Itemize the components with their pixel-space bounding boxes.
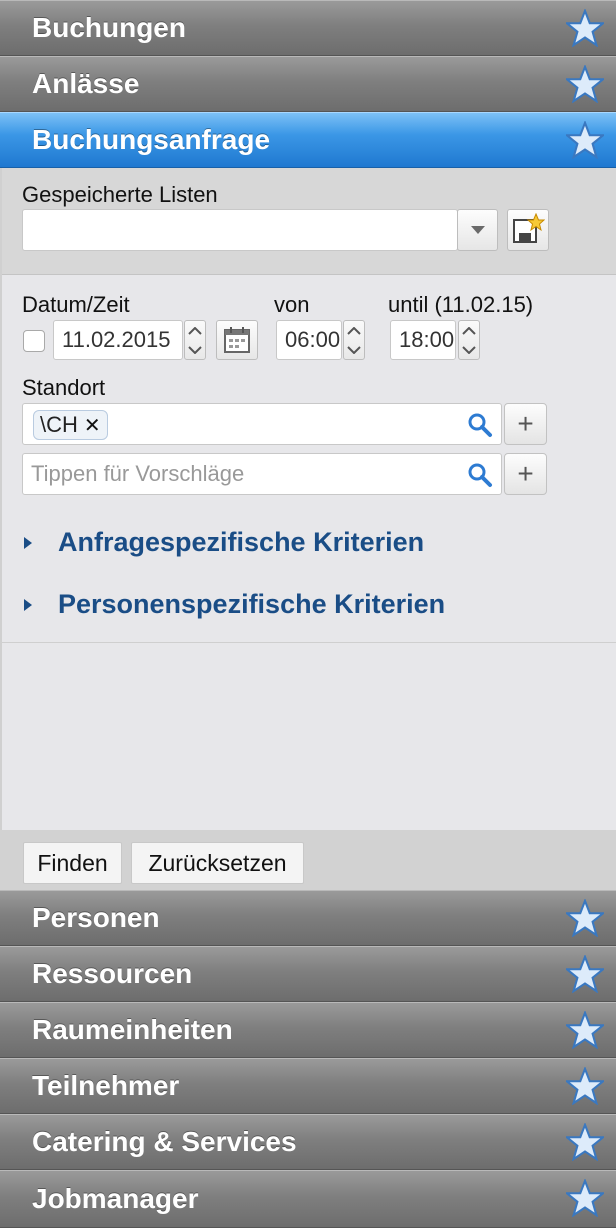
find-button[interactable]: Finden: [23, 842, 122, 884]
accordion-header-anlaesse[interactable]: Anlässe: [0, 56, 616, 112]
from-time-spinner[interactable]: [343, 320, 365, 360]
accordion-header-catering[interactable]: Catering & Services: [0, 1114, 616, 1170]
star-icon[interactable]: [566, 1179, 604, 1217]
saved-lists-label: Gespeicherte Listen: [22, 182, 218, 207]
accordion-header-jobmanager[interactable]: Jobmanager: [0, 1170, 616, 1228]
accordion-header-label: Ressourcen: [32, 958, 193, 989]
booking-request-panel: Gespeicherte Listen Datum/Zeit von until…: [0, 168, 616, 890]
location-token: \CH ✕: [33, 410, 108, 440]
accordion-header-buchungsanfrage[interactable]: Buchungsanfrage: [0, 112, 616, 168]
expand-arrow-icon: [24, 598, 32, 611]
chevron-down-icon[interactable]: [188, 345, 202, 354]
saved-lists-section: Gespeicherte Listen: [2, 168, 616, 275]
from-time-field[interactable]: 06:00: [276, 320, 342, 360]
reset-button[interactable]: Zurücksetzen: [131, 842, 304, 884]
accordion-header-label: Jobmanager: [32, 1183, 199, 1214]
accordion-header-label: Catering & Services: [32, 1126, 297, 1157]
location-token-label: \CH: [40, 412, 78, 437]
accordion-header-label: Anlässe: [32, 68, 140, 99]
add-location-button[interactable]: +: [504, 403, 547, 445]
star-icon[interactable]: [566, 65, 604, 103]
star-icon[interactable]: [566, 1011, 604, 1049]
expand-arrow-icon: [24, 536, 32, 549]
date-spinner[interactable]: [184, 320, 206, 360]
accordion-header-raumeinheiten[interactable]: Raumeinheiten: [0, 1002, 616, 1058]
location-token-field[interactable]: \CH ✕: [22, 403, 502, 445]
star-icon[interactable]: [566, 121, 604, 159]
star-icon[interactable]: [566, 1123, 604, 1161]
plus-icon: +: [517, 408, 534, 439]
datetime-label: Datum/Zeit: [22, 292, 130, 317]
accordion-header-label: Teilnehmer: [32, 1070, 180, 1101]
criteria-request-specific[interactable]: Anfragespezifische Kriterien: [24, 527, 424, 558]
chevron-up-icon[interactable]: [347, 326, 361, 335]
datetime-checkbox[interactable]: [23, 330, 45, 352]
accordion-header-label: Personen: [32, 902, 160, 933]
star-icon[interactable]: [566, 1067, 604, 1105]
save-list-button[interactable]: [507, 209, 549, 251]
calendar-button[interactable]: [216, 320, 258, 360]
accordion-header-personen[interactable]: Personen: [0, 890, 616, 946]
accordion-header-ressourcen[interactable]: Ressourcen: [0, 946, 616, 1002]
chevron-up-icon[interactable]: [462, 326, 476, 335]
date-field[interactable]: 11.02.2015: [53, 320, 183, 360]
location-search-placeholder: Tippen für Vorschläge: [31, 461, 245, 486]
chevron-up-icon[interactable]: [188, 326, 202, 335]
criteria-label: Personenspezifische Kriterien: [58, 589, 446, 619]
criteria-label: Anfragespezifische Kriterien: [58, 527, 425, 557]
save-favorite-icon: [513, 213, 545, 243]
search-icon[interactable]: [467, 412, 493, 438]
location-search-input[interactable]: Tippen für Vorschläge: [22, 453, 502, 495]
accordion-header-label: Buchungsanfrage: [32, 124, 271, 155]
accordion-header-label: Raumeinheiten: [32, 1014, 233, 1045]
chevron-down-icon[interactable]: [347, 345, 361, 354]
until-label: until (11.02.15): [388, 292, 534, 317]
until-time-field[interactable]: 18:00: [390, 320, 456, 360]
saved-lists-select[interactable]: [22, 209, 458, 251]
star-icon[interactable]: [566, 955, 604, 993]
criteria-person-specific[interactable]: Personenspezifische Kriterien: [24, 589, 445, 620]
location-label: Standort: [22, 375, 106, 400]
add-location-search-button[interactable]: +: [504, 453, 547, 495]
search-icon[interactable]: [467, 462, 493, 488]
chevron-down-icon[interactable]: [462, 345, 476, 354]
remove-token-icon[interactable]: ✕: [84, 413, 101, 438]
accordion-header-label: Buchungen: [32, 12, 186, 43]
search-actions-bar: Finden Zurücksetzen: [0, 830, 616, 890]
accordion-header-buchungen[interactable]: Buchungen: [0, 0, 616, 56]
plus-icon: +: [517, 458, 534, 489]
star-icon[interactable]: [566, 899, 604, 937]
accordion-header-teilnehmer[interactable]: Teilnehmer: [0, 1058, 616, 1114]
until-time-spinner[interactable]: [458, 320, 480, 360]
calendar-icon: [224, 327, 250, 353]
chevron-down-icon: [470, 226, 485, 234]
saved-lists-dropdown-button[interactable]: [457, 209, 498, 251]
divider: [2, 642, 616, 643]
from-label: von: [274, 292, 310, 317]
star-icon[interactable]: [566, 9, 604, 47]
